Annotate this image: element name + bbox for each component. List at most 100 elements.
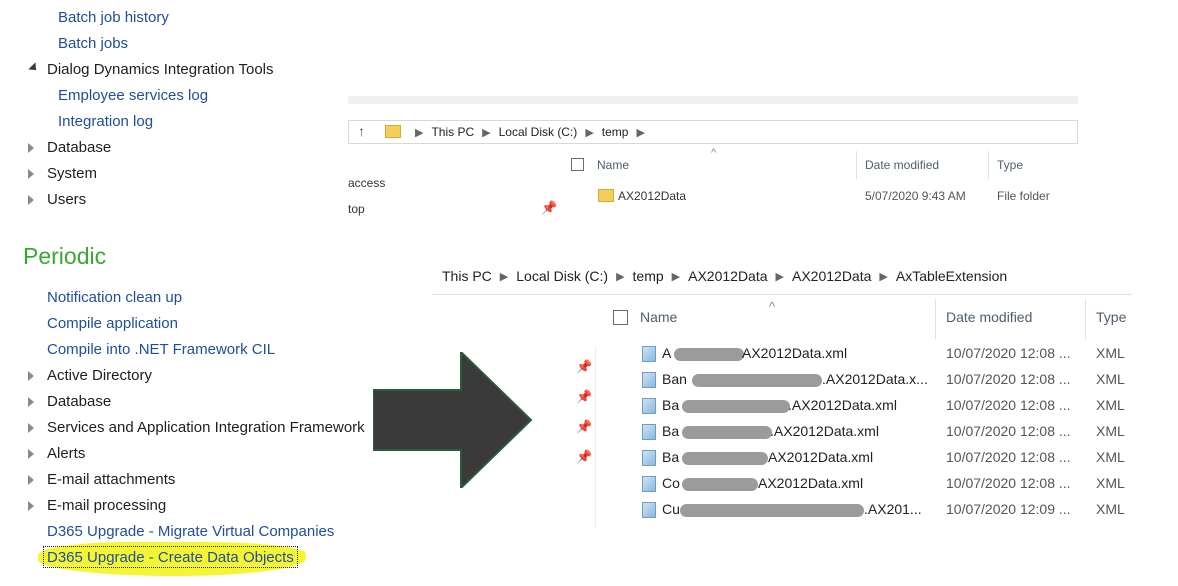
file-row[interactable]: Cu .AX201... 10/07/2020 12:09 ... XML [640, 497, 1125, 523]
breadcrumb-item[interactable]: AxTableExtension [896, 268, 1007, 284]
file-type: XML [1096, 475, 1125, 491]
file-row[interactable]: Ban .AX2012Data.x... 10/07/2020 12:08 ..… [640, 367, 1125, 393]
breadcrumb-item[interactable]: AX2012Data [792, 268, 871, 284]
nav-link-integration-log[interactable]: Integration log [58, 112, 153, 132]
nav-group-email-attachments[interactable]: E-mail attachments [47, 470, 175, 490]
column-header-name[interactable]: Name [597, 158, 629, 172]
breadcrumb-item[interactable]: AX2012Data [688, 268, 767, 284]
file-date: 10/07/2020 12:08 ... [946, 475, 1071, 491]
pin-icon[interactable]: 📌 [541, 200, 557, 216]
ribbon-strip [348, 96, 1078, 104]
right-arrow-icon [373, 352, 533, 488]
file-row[interactable]: Ba AX2012Data.xml 10/07/2020 12:08 ... X… [640, 445, 1125, 471]
address-bar[interactable]: This PC ▶ Local Disk (C:) ▶ temp ▶ AX2012Da… [432, 257, 1132, 295]
file-row[interactable]: Co AX2012Data.xml 10/07/2020 12:08 ... X… [640, 471, 1125, 497]
file-row[interactable]: A AX2012Data.xml 10/07/2020 12:08 ... XM… [640, 341, 1125, 367]
file-type: XML [1096, 345, 1125, 361]
up-arrow-icon[interactable]: ↑ [358, 123, 365, 139]
collapsed-triangle-icon[interactable] [28, 169, 34, 179]
breadcrumb-item[interactable]: This PC [442, 268, 492, 284]
folder-icon [598, 189, 614, 202]
column-divider[interactable] [856, 151, 857, 179]
xml-file-icon [642, 502, 656, 518]
file-type: XML [1096, 397, 1125, 413]
file-name-suffix: .AX201... [864, 501, 922, 517]
breadcrumb[interactable]: ▶ This PC ▶ Local Disk (C:) ▶ temp ▶ [407, 125, 653, 139]
file-name[interactable]: AX2012Data [618, 189, 686, 203]
nav-group-dialog-dynamics-integration-tools[interactable]: Dialog Dynamics Integration Tools [47, 60, 274, 80]
redaction-scribble [682, 452, 768, 465]
pin-icon[interactable]: 📌 [576, 359, 592, 375]
file-type: XML [1096, 449, 1125, 465]
nav-group-database[interactable]: Database [47, 138, 111, 158]
pin-icon[interactable]: 📌 [576, 419, 592, 435]
column-header-name[interactable]: Name [640, 309, 677, 325]
collapsed-triangle-icon[interactable] [28, 475, 34, 485]
sort-caret-icon: ^ [711, 147, 717, 159]
section-title-periodic: Periodic [23, 243, 107, 269]
nav-group-alerts[interactable]: Alerts [47, 444, 85, 464]
redaction-scribble [680, 504, 864, 517]
file-date: 10/07/2020 12:09 ... [946, 501, 1071, 517]
file-name-prefix: A [662, 345, 672, 361]
nav-link-compile-cil[interactable]: Compile into .NET Framework CIL [47, 340, 275, 360]
nav-link-d365-migrate-virtual-companies[interactable]: D365 Upgrade - Migrate Virtual Companies [47, 522, 334, 542]
nav-group-users[interactable]: Users [47, 190, 86, 210]
column-divider[interactable] [935, 299, 936, 339]
select-all-checkbox[interactable] [613, 310, 628, 325]
nav-group-database-periodic[interactable]: Database [47, 392, 111, 412]
breadcrumb[interactable]: This PC ▶ Local Disk (C:) ▶ temp ▶ AX2012Da… [442, 268, 1007, 284]
pane-divider[interactable] [595, 347, 596, 529]
collapsed-triangle-icon[interactable] [28, 195, 34, 205]
pin-icon[interactable]: 📌 [576, 389, 592, 405]
address-bar[interactable]: ↑ ▶ This PC ▶ Local Disk (C:) ▶ temp ▶ [348, 120, 1078, 144]
pin-icon[interactable]: 📌 [576, 449, 592, 465]
redaction-scribble [682, 426, 772, 439]
file-name-prefix: Cu [662, 501, 680, 517]
file-row[interactable]: Ba .AX2012Data.xml 10/07/2020 12:08 ... … [640, 419, 1125, 445]
collapsed-triangle-icon[interactable] [28, 397, 34, 407]
file-name-suffix: AX2012Data.xml [768, 449, 874, 465]
nav-link-d365-create-data-objects[interactable]: D365 Upgrade - Create Data Objects [47, 548, 294, 568]
column-header-type[interactable]: Type [997, 158, 1023, 172]
nav-link-batch-jobs[interactable]: Batch jobs [58, 34, 128, 54]
file-date: 10/07/2020 12:08 ... [946, 449, 1071, 465]
nav-link-batch-job-history[interactable]: Batch job history [58, 8, 169, 28]
expanded-triangle-icon[interactable] [28, 62, 40, 74]
breadcrumb-item[interactable]: Local Disk (C:) [499, 125, 578, 139]
file-date: 10/07/2020 12:08 ... [946, 397, 1071, 413]
file-row[interactable]: Ba .AX2012Data.xml 10/07/2020 12:08 ... … [640, 393, 1125, 419]
file-name-prefix: Ban [662, 371, 687, 387]
collapsed-triangle-icon[interactable] [28, 449, 34, 459]
column-divider[interactable] [1085, 299, 1086, 339]
file-type: XML [1096, 501, 1125, 517]
file-name-suffix: .AX2012Data.x... [822, 371, 928, 387]
nav-link-employee-services-log[interactable]: Employee services log [58, 86, 208, 106]
nav-group-services-aif[interactable]: Services and Application Integration Fra… [47, 418, 365, 438]
nav-group-system[interactable]: System [47, 164, 97, 184]
nav-link-notification-clean-up[interactable]: Notification clean up [47, 288, 182, 308]
explorer-window-temp: ↑ ▶ This PC ▶ Local Disk (C:) ▶ temp ▶ acce… [348, 96, 1078, 216]
redaction-scribble [682, 400, 790, 413]
quick-access-label[interactable]: access [348, 176, 385, 190]
xml-file-icon [642, 424, 656, 440]
column-header-type[interactable]: Type [1096, 309, 1126, 325]
column-divider[interactable] [988, 151, 989, 179]
column-header-date[interactable]: Date modified [946, 309, 1032, 325]
collapsed-triangle-icon[interactable] [28, 501, 34, 511]
collapsed-triangle-icon[interactable] [28, 371, 34, 381]
breadcrumb-item[interactable]: temp [633, 268, 664, 284]
select-all-checkbox[interactable] [571, 158, 584, 171]
desktop-label[interactable]: top [348, 202, 365, 216]
nav-link-compile-application[interactable]: Compile application [47, 314, 178, 334]
collapsed-triangle-icon[interactable] [28, 143, 34, 153]
nav-group-active-directory[interactable]: Active Directory [47, 366, 152, 386]
breadcrumb-item[interactable]: Local Disk (C:) [516, 268, 608, 284]
collapsed-triangle-icon[interactable] [28, 423, 34, 433]
nav-group-email-processing[interactable]: E-mail processing [47, 496, 166, 516]
column-header-date[interactable]: Date modified [865, 158, 939, 172]
file-type: XML [1096, 371, 1125, 387]
file-date: 10/07/2020 12:08 ... [946, 371, 1071, 387]
breadcrumb-item[interactable]: This PC [431, 125, 474, 139]
breadcrumb-item[interactable]: temp [602, 125, 629, 139]
